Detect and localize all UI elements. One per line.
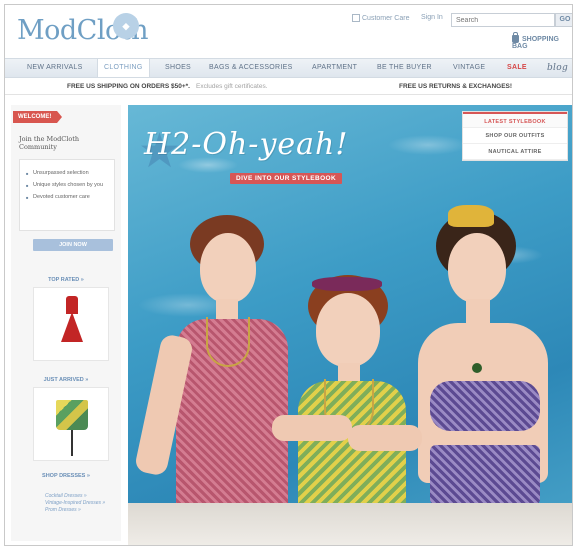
- nav-shoes[interactable]: SHOES: [165, 59, 191, 77]
- printed-skirt-image: [56, 400, 88, 430]
- red-dress-image: [61, 296, 83, 356]
- benefit-item: Unique styles chosen by you: [26, 182, 108, 189]
- free-returns-promo[interactable]: FREE US RETURNS & EXCHANGES!: [399, 79, 512, 95]
- search-input[interactable]: [451, 13, 555, 27]
- hero-stylebook-link[interactable]: DIVE INTO OUR STYLEBOOK: [230, 173, 343, 184]
- vintage-inspired-dresses-link[interactable]: Vintage-Inspired Dresses »: [45, 500, 115, 507]
- page-frame: ModCloth ◆ Customer Care Sign In GO SHOP…: [4, 4, 573, 546]
- nav-be-the-buyer[interactable]: BE THE BUYER: [377, 59, 432, 77]
- tab-latest-stylebook[interactable]: LATEST STYLEBOOK: [463, 112, 567, 128]
- hero-tabs: LATEST STYLEBOOK SHOP OUR OUTFITS NAUTIC…: [462, 111, 568, 161]
- pool-edge: [128, 503, 572, 545]
- tab-nautical-attire[interactable]: NAUTICAL ATTIRE: [463, 144, 567, 160]
- tab-shop-our-outfits[interactable]: SHOP OUR OUTFITS: [463, 128, 567, 144]
- just-arrived-link[interactable]: JUST ARRIVED »: [11, 377, 121, 383]
- sidebar: WELCOME! Join the ModCloth Community Uns…: [11, 105, 121, 541]
- nav-new-arrivals[interactable]: NEW ARRIVALS: [27, 59, 83, 77]
- dress-category-links: Cocktail Dresses » Vintage-Inspired Dres…: [45, 493, 115, 514]
- just-arrived-product[interactable]: [33, 387, 109, 461]
- benefits-list: Unsurpassed selection Unique styles chos…: [19, 159, 115, 231]
- shopping-bag-link[interactable]: SHOPPING BAG: [512, 32, 572, 50]
- prom-dresses-link[interactable]: Prom Dresses »: [45, 507, 115, 514]
- nav-sale[interactable]: SALE: [507, 59, 527, 77]
- welcome-tag: WELCOME!: [13, 111, 62, 123]
- search-go-button[interactable]: GO: [555, 13, 572, 27]
- shop-dresses-link[interactable]: SHOP DRESSES »: [11, 473, 121, 479]
- free-shipping-promo[interactable]: FREE US SHIPPING ON ORDERS $50+*. Exclude…: [67, 79, 268, 95]
- hero-banner[interactable]: ★ H2-Oh-yeah! DIVE INTO OUR STYLEBOOK LA…: [128, 105, 572, 545]
- hero-title: H2-Oh-yeah!: [144, 127, 349, 162]
- top-rated-link[interactable]: TOP RATED »: [11, 277, 121, 283]
- cocktail-dresses-link[interactable]: Cocktail Dresses »: [45, 493, 115, 500]
- nav-bags-accessories[interactable]: BAGS & ACCESSORIES: [209, 59, 293, 77]
- nav-vintage[interactable]: VINTAGE: [453, 59, 485, 77]
- nav-blog[interactable]: blog: [547, 59, 568, 77]
- promo-bar: FREE US SHIPPING ON ORDERS $50+*. Exclude…: [5, 79, 572, 95]
- site-header: ModCloth ◆ Customer Care Sign In GO SHOP…: [5, 5, 572, 57]
- benefit-item: Unsurpassed selection: [26, 170, 108, 177]
- checkbox-icon: [352, 14, 360, 22]
- join-community-heading: Join the ModCloth Community: [19, 135, 80, 151]
- sign-in-link[interactable]: Sign In: [421, 14, 443, 21]
- main-nav: NEW ARRIVALS CLOTHING SHOES BAGS & ACCES…: [5, 58, 572, 78]
- shopping-bag-icon: [512, 32, 519, 43]
- nav-apartment[interactable]: APARTMENT: [312, 59, 357, 77]
- benefit-item: Devoted customer care: [26, 194, 108, 201]
- nav-clothing[interactable]: CLOTHING: [97, 59, 150, 77]
- logo-badge-icon: ◆: [113, 13, 139, 39]
- customer-care-link[interactable]: Customer Care: [352, 14, 409, 22]
- join-now-button[interactable]: JOIN NOW: [33, 239, 113, 251]
- top-rated-product[interactable]: [33, 287, 109, 361]
